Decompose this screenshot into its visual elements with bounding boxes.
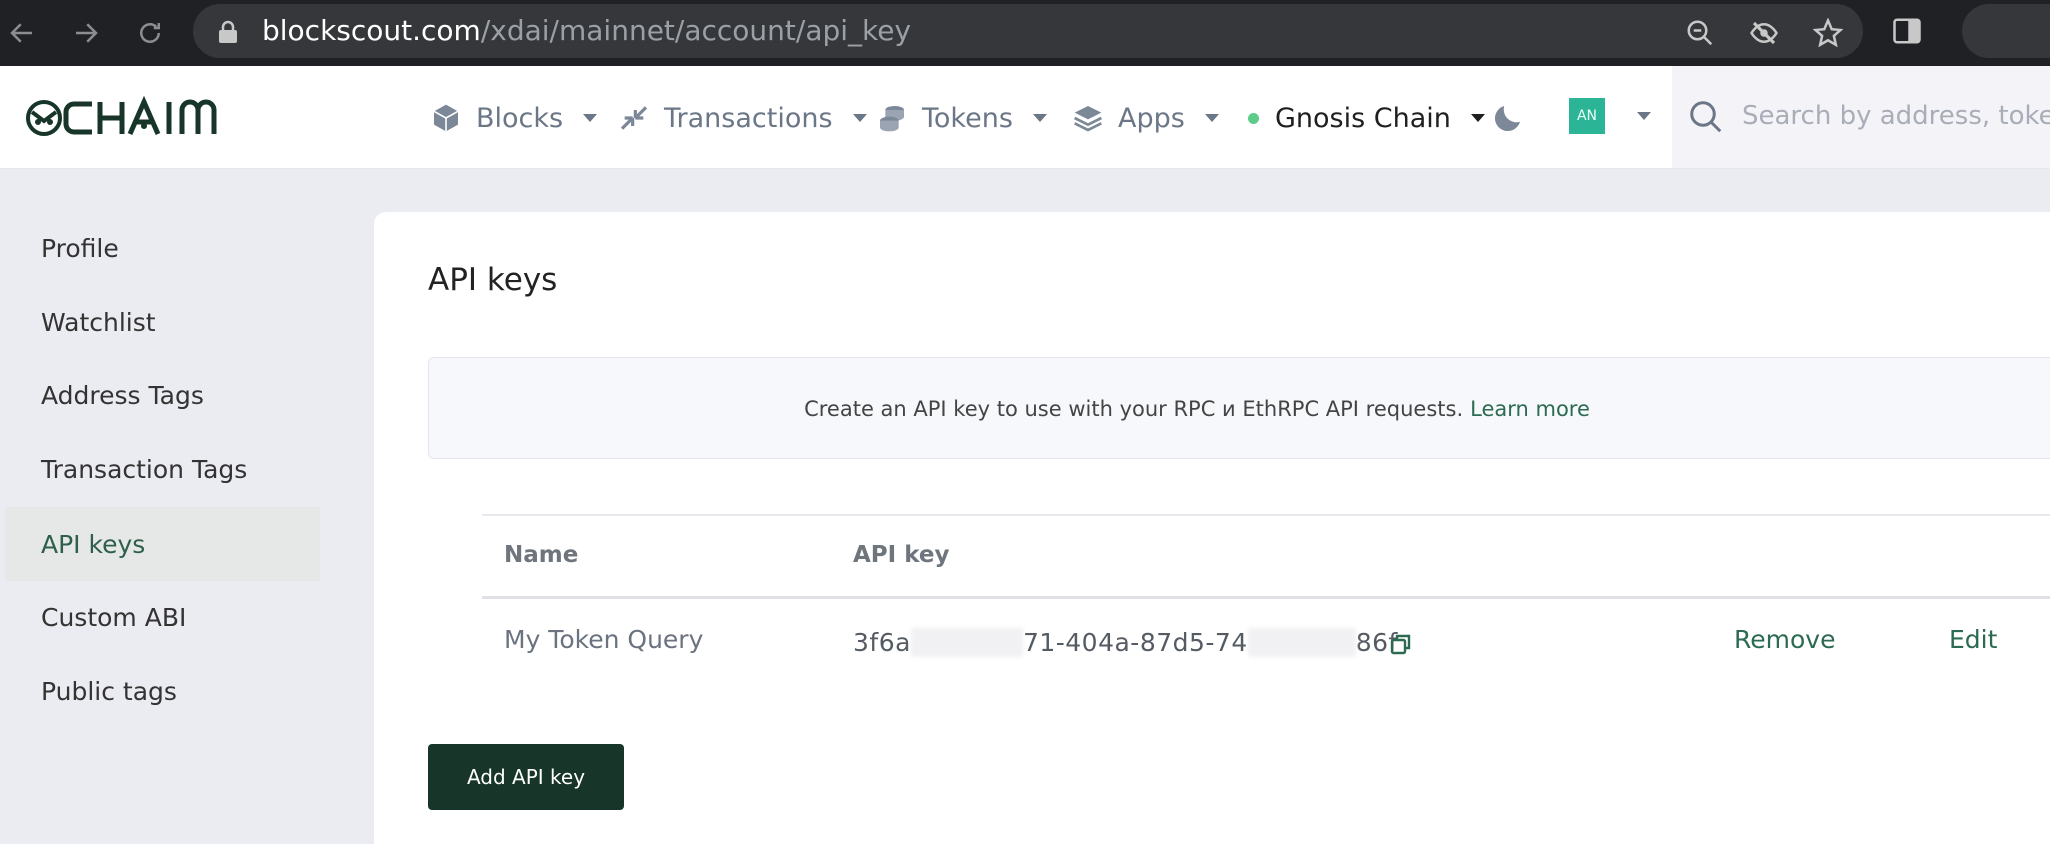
main-card: API keys Create an API key to use with y… xyxy=(374,212,2050,844)
sidebar-item-label: Custom ABI xyxy=(41,602,187,632)
add-api-key-button[interactable]: Add API key xyxy=(428,744,624,810)
sidebar-item-label: Watchlist xyxy=(41,307,156,337)
menu-tokens[interactable]: Tokens xyxy=(876,94,1047,142)
menu-transactions-label: Transactions xyxy=(664,102,833,134)
avatar[interactable]: AN xyxy=(1569,98,1605,134)
edit-button[interactable]: Edit xyxy=(1949,625,1997,654)
sidebar-item-address-tags[interactable]: Address Tags xyxy=(5,358,320,432)
network-selector[interactable]: Gnosis Chain xyxy=(1248,94,1485,142)
cube-icon xyxy=(433,104,459,132)
url-host: blockscout.com xyxy=(262,14,481,47)
info-message: Create an API key to use with your RPC и… xyxy=(804,397,1464,421)
side-panel-icon[interactable] xyxy=(1892,16,1922,46)
arrow-left-icon xyxy=(10,23,32,43)
url-path: /xdai/mainnet/account/api_key xyxy=(480,14,912,47)
chevron-down-icon xyxy=(1204,114,1219,122)
table-header-divider xyxy=(482,596,2050,599)
chevron-down-icon[interactable] xyxy=(1637,112,1651,120)
reload-button[interactable] xyxy=(130,13,170,53)
back-button[interactable] xyxy=(2,13,42,53)
api-key-name: My Token Query xyxy=(504,625,704,654)
menu-tokens-label: Tokens xyxy=(922,102,1013,134)
sidebar-item-label: Address Tags xyxy=(41,380,204,410)
info-text-wrapper: Create an API key to use with your RPC и… xyxy=(429,358,2050,460)
learn-more-link[interactable]: Learn more xyxy=(1470,397,1590,421)
address-bar[interactable]: blockscout.com/xdai/mainnet/account/api_… xyxy=(193,4,1863,58)
browser-toolbar: blockscout.com/xdai/mainnet/account/api_… xyxy=(0,0,2050,66)
coins-icon xyxy=(880,106,904,132)
sidebar-item-label: Public tags xyxy=(41,676,177,706)
menu-apps-label: Apps xyxy=(1118,102,1185,134)
layers-icon xyxy=(1074,106,1102,132)
api-key-middle: 71-404a-87d5-74 xyxy=(1022,628,1248,657)
menu-apps[interactable]: Apps xyxy=(1072,94,1219,142)
sidebar-item-api-keys[interactable]: API keys xyxy=(5,507,320,581)
remove-button[interactable]: Remove xyxy=(1734,625,1835,654)
info-text: Create an API key to use with your RPC и… xyxy=(804,397,1590,421)
status-dot xyxy=(1248,112,1259,124)
avatar-initials: AN xyxy=(1576,108,1598,124)
forward-button[interactable] xyxy=(66,13,106,53)
reload-icon xyxy=(140,23,160,43)
chevron-down-icon xyxy=(1032,114,1047,122)
chevron-down-icon xyxy=(1470,114,1485,122)
profile-pill[interactable] xyxy=(1962,4,2050,58)
url-text[interactable]: blockscout.com/xdai/mainnet/account/api_… xyxy=(262,14,911,48)
account-sidebar: Profile Watchlist Address Tags Transacti… xyxy=(0,170,330,844)
sidebar-item-public-tags[interactable]: Public tags xyxy=(5,654,320,728)
sidebar-item-label: Profile xyxy=(41,233,119,263)
moon-icon[interactable] xyxy=(1490,100,1526,136)
sidebar-item-transaction-tags[interactable]: Transaction Tags xyxy=(5,432,320,506)
api-key-value: 3f6a 71-404a-87d5-74 86f xyxy=(853,628,1398,657)
arrow-right-icon xyxy=(76,23,98,43)
api-key-redacted-1 xyxy=(910,628,1023,657)
sidebar-item-label: Transaction Tags xyxy=(41,454,248,484)
table-top-divider xyxy=(482,514,2050,516)
zoom-out-icon[interactable] xyxy=(1685,18,1715,48)
menu-blocks-label: Blocks xyxy=(476,102,564,134)
search-icon xyxy=(1690,101,1722,133)
menu-transactions[interactable]: Transactions xyxy=(618,94,867,142)
sidebar-item-profile[interactable]: Profile xyxy=(5,211,320,285)
network-label: Gnosis Chain xyxy=(1275,102,1451,134)
info-banner: Create an API key to use with your RPC и… xyxy=(428,357,2050,459)
chevron-down-icon xyxy=(583,114,598,122)
menu-blocks[interactable]: Blocks xyxy=(430,94,598,142)
search-box xyxy=(1672,66,2050,168)
api-key-start: 3f6a xyxy=(853,628,911,657)
sidebar-item-label: API keys xyxy=(41,529,146,559)
chevron-down-icon xyxy=(852,114,867,122)
api-key-redacted-2 xyxy=(1247,628,1356,657)
star-icon[interactable] xyxy=(1813,18,1843,48)
page-title: API keys xyxy=(428,262,558,298)
column-header-name: Name xyxy=(504,542,579,568)
column-header-api-key: API key xyxy=(853,542,950,568)
search-input[interactable] xyxy=(1742,91,2050,141)
sidebar-item-custom-abi[interactable]: Custom ABI xyxy=(5,580,320,654)
sidebar-item-watchlist[interactable]: Watchlist xyxy=(5,285,320,359)
eye-off-icon[interactable] xyxy=(1749,18,1779,48)
copy-icon[interactable] xyxy=(1389,632,1413,656)
app-header: Blocks Transactions Tokens Apps Gnosis C… xyxy=(0,66,2050,169)
arrows-icon xyxy=(620,106,648,130)
gnosis-chain-logo[interactable] xyxy=(24,96,229,140)
lock-icon xyxy=(219,20,237,43)
